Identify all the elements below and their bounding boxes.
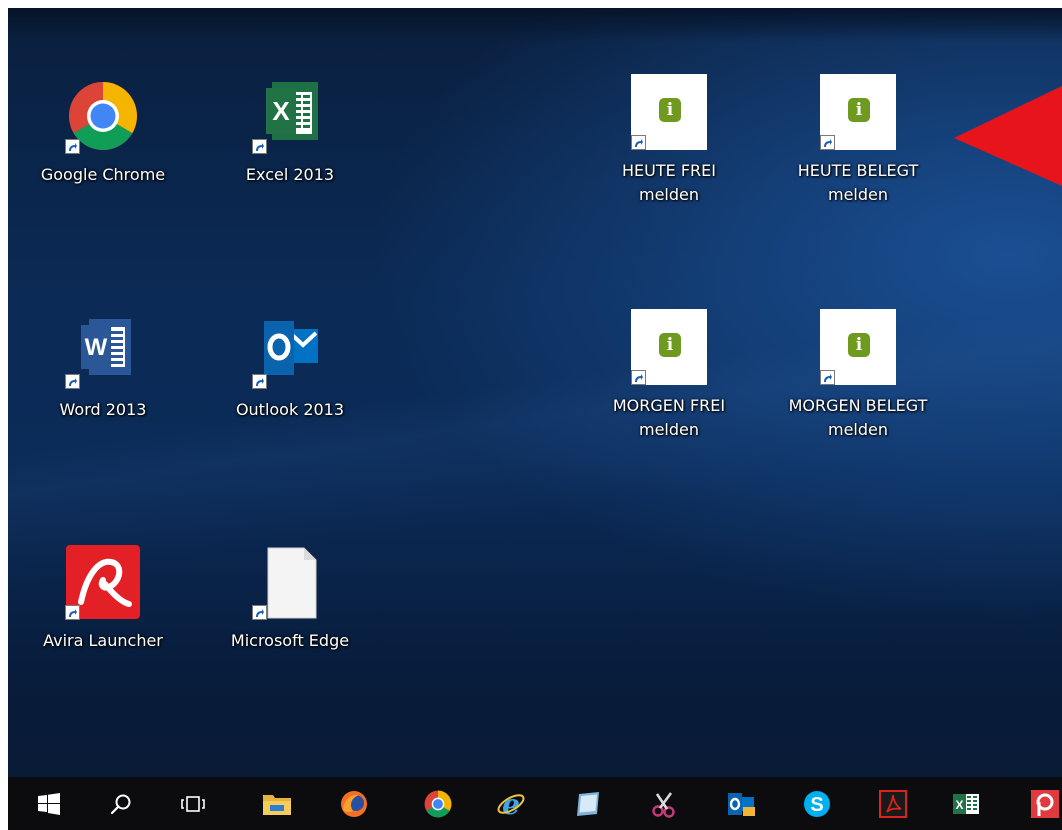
svg-text:W: W [85,334,108,361]
taskbar-task-view-button[interactable] [170,785,216,823]
taskbar-notepad[interactable] [565,785,611,823]
taskbar-start-button[interactable] [26,785,72,823]
firefox-icon [341,791,367,817]
taskbar-firefox[interactable] [331,785,377,823]
taskbar-skype[interactable]: S [794,785,840,823]
desktop-icon-label: Microsoft Edge [230,631,350,650]
windows-start-icon [38,793,60,815]
excel-icon: X [953,794,979,814]
shortcut-arrow-icon [820,370,835,385]
shortcut-arrow-icon [65,139,80,154]
taskbar-chrome[interactable] [415,785,461,823]
snipping-tool-icon [652,792,675,818]
desktop-icon-morgen-frei[interactable]: i MORGEN FREI melden [594,309,744,442]
chrome-icon [424,790,452,818]
shortcut-arrow-icon [631,135,646,150]
desktop-icon-heute-belegt[interactable]: i HEUTE BELEGT melden [783,74,933,207]
taskbar-snipping-tool[interactable] [641,785,687,823]
app-p-icon [1031,790,1059,818]
desktop-icon-google-chrome[interactable]: Google Chrome [28,78,178,187]
desktop-icon-label: Excel 2013 [245,165,335,184]
desktop-icon-label: MORGEN FREI melden [612,396,726,439]
taskbar-outlook[interactable] [718,785,764,823]
shortcut-arrow-icon [252,605,267,620]
desktop-icon-label: HEUTE BELEGT melden [797,161,919,204]
svg-text:X: X [272,96,290,126]
desktop-icon-word-2013[interactable]: W Word 2013 [28,313,178,422]
desktop-icon-label: Word 2013 [59,400,147,419]
info-icon: i [848,333,870,357]
taskbar-excel[interactable]: X [943,785,989,823]
internet-explorer-icon: e [497,789,525,819]
file-explorer-icon [263,795,291,815]
shortcut-arrow-icon [252,139,267,154]
desktop-icon-avira-launcher[interactable]: Avira Launcher [28,544,178,653]
skype-icon: S [804,791,830,817]
taskbar-acrobat-reader[interactable] [870,785,916,823]
outlook-icon [728,793,755,816]
taskbar: e S X [8,777,1062,830]
search-icon [110,794,131,815]
info-icon: i [659,98,681,122]
taskbar-app-p[interactable] [1022,785,1062,823]
shortcut-arrow-icon [65,374,80,389]
acrobat-reader-icon [879,790,907,818]
desktop-icon-microsoft-edge[interactable]: Microsoft Edge [215,544,365,653]
shortcut-arrow-icon [820,135,835,150]
info-icon: i [848,98,870,122]
desktop: Google Chrome X Excel 2013 i HEUTE FREI … [8,8,1062,830]
shortcut-arrow-icon [65,605,80,620]
desktop-icon-label: Avira Launcher [43,631,163,650]
shortcut-arrow-icon [631,370,646,385]
info-icon: i [659,333,681,357]
notepad-icon [577,792,599,816]
desktop-icon-label: HEUTE FREI melden [622,161,716,204]
desktop-icon-label: MORGEN BELEGT melden [788,396,928,439]
desktop-icon-outlook-2013[interactable]: Outlook 2013 [215,313,365,422]
svg-text:e: e [502,789,520,819]
svg-text:X: X [955,798,963,812]
desktop-icon-heute-frei[interactable]: i HEUTE FREI melden [594,74,744,207]
desktop-icon-label: Outlook 2013 [235,400,345,419]
taskbar-internet-explorer[interactable]: e [488,785,534,823]
desktop-icon-morgen-belegt[interactable]: i MORGEN BELEGT melden [783,309,933,442]
red-arrow-icon [954,86,1062,186]
desktop-icon-excel-2013[interactable]: X Excel 2013 [215,78,365,187]
desktop-icon-label: Google Chrome [40,165,166,184]
taskbar-search-button[interactable] [98,785,144,823]
shortcut-arrow-icon [252,374,267,389]
svg-text:S: S [810,794,823,816]
task-view-icon [181,796,205,812]
taskbar-file-explorer[interactable] [254,785,300,823]
